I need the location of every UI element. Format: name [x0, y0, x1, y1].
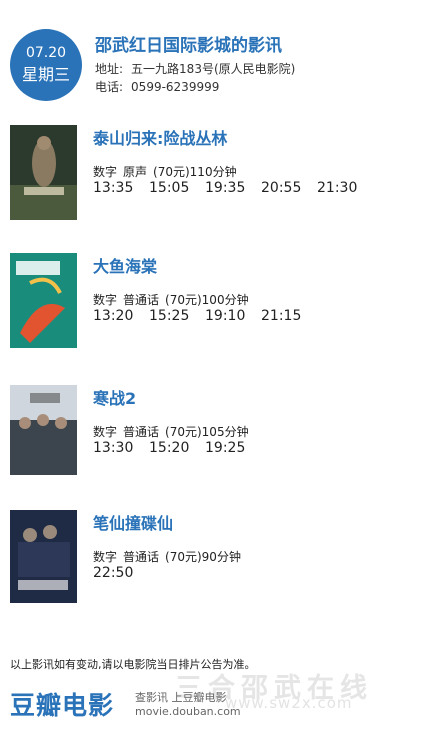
phone-label: 电话:: [95, 80, 124, 94]
movie-language: 原声: [123, 165, 148, 179]
douban-movie-logo[interactable]: 豆瓣电影: [10, 686, 114, 722]
movie-duration: 105分钟: [201, 425, 249, 439]
showtime[interactable]: 20:55: [261, 180, 317, 196]
movie-price: (70元): [153, 165, 190, 179]
movie-meta: 数字 普通话 (70元)100分钟: [93, 291, 255, 308]
address-label: 地址:: [95, 62, 124, 76]
showtime[interactable]: 21:30: [317, 180, 373, 196]
showtime[interactable]: 19:10: [205, 308, 261, 324]
movie-meta: 数字 普通话 (70元)90分钟: [93, 548, 247, 565]
notice-text: 以上影讯如有变动,请以电影院当日排片公告为准。: [10, 658, 256, 671]
movie-format: 数字: [93, 165, 118, 179]
movie-price: (70元): [165, 293, 202, 307]
movie-format: 数字: [93, 550, 118, 564]
phone-value[interactable]: 0599-6239999: [131, 80, 219, 94]
date-badge: 07.20 星期三: [10, 29, 82, 101]
movie-title[interactable]: 大鱼海棠: [93, 253, 157, 277]
movie-format: 数字: [93, 293, 118, 307]
movie-title[interactable]: 笔仙撞碟仙: [93, 510, 173, 534]
showtimes: 13:35 15:05 19:35 20:55 21:30: [93, 180, 373, 196]
movie-meta: 数字 普通话 (70元)105分钟: [93, 423, 255, 440]
showtimes: 13:20 15:25 19:10 21:15: [93, 308, 317, 324]
showtime[interactable]: 13:30: [93, 440, 149, 456]
showtime[interactable]: 13:35: [93, 180, 149, 196]
movie-duration: 100分钟: [201, 293, 249, 307]
showtime[interactable]: 15:20: [149, 440, 205, 456]
showtime[interactable]: 19:25: [205, 440, 261, 456]
cinema-phone: 电话: 0599-6239999: [95, 78, 219, 95]
movie-title[interactable]: 泰山归来:险战丛林: [93, 125, 227, 149]
movie-poster[interactable]: [10, 510, 77, 605]
footer-slogan: 查影讯 上豆瓣电影: [135, 691, 227, 704]
movie-poster[interactable]: [10, 253, 77, 348]
movie-title[interactable]: 寒战2: [93, 385, 136, 409]
weekday-text: 星期三: [21, 65, 70, 84]
movie-item: 大鱼海棠 数字 普通话 (70元)100分钟 13:20 15:25 19:10 2…: [0, 253, 440, 363]
movie-item: 泰山归来:险战丛林 数字 原声 (70元)110分钟 13:35 15:05 19:…: [0, 125, 440, 235]
showtime[interactable]: 22:50: [93, 565, 149, 581]
cinema-header: 07.20 星期三 邵武红日国际影城的影讯 地址: 五一九路183号(原人民电影院…: [0, 0, 440, 110]
showtime[interactable]: 21:15: [261, 308, 317, 324]
showtime[interactable]: 19:35: [205, 180, 261, 196]
showtimes: 13:30 15:20 19:25: [93, 440, 261, 456]
address-value: 五一九路183号(原人民电影院): [131, 62, 296, 76]
showtimes: 22:50: [93, 565, 149, 581]
movie-language: 普通话: [123, 293, 160, 307]
movie-language: 普通话: [123, 425, 160, 439]
footer: 豆瓣电影 查影讯 上豆瓣电影 movie.douban.com: [0, 680, 440, 751]
cinema-address: 地址: 五一九路183号(原人民电影院): [95, 60, 295, 77]
showtime[interactable]: 15:25: [149, 308, 205, 324]
footer-url[interactable]: movie.douban.com: [135, 705, 241, 718]
movie-duration: 110分钟: [189, 165, 237, 179]
movie-poster[interactable]: [10, 125, 77, 220]
showtime[interactable]: 13:20: [93, 308, 149, 324]
movie-format: 数字: [93, 425, 118, 439]
date-text: 07.20: [25, 45, 67, 61]
movie-poster[interactable]: [10, 385, 77, 480]
movie-price: (70元): [165, 425, 202, 439]
movie-language: 普通话: [123, 550, 160, 564]
movie-duration: 90分钟: [201, 550, 241, 564]
movie-item: 笔仙撞碟仙 数字 普通话 (70元)90分钟 22:50: [0, 510, 440, 620]
movie-price: (70元): [165, 550, 202, 564]
movie-meta: 数字 原声 (70元)110分钟: [93, 163, 243, 180]
cinema-name[interactable]: 邵武红日国际影城的影讯: [95, 31, 282, 56]
showtime[interactable]: 15:05: [149, 180, 205, 196]
movie-item: 寒战2 数字 普通话 (70元)105分钟 13:30 15:20 19:25: [0, 385, 440, 495]
